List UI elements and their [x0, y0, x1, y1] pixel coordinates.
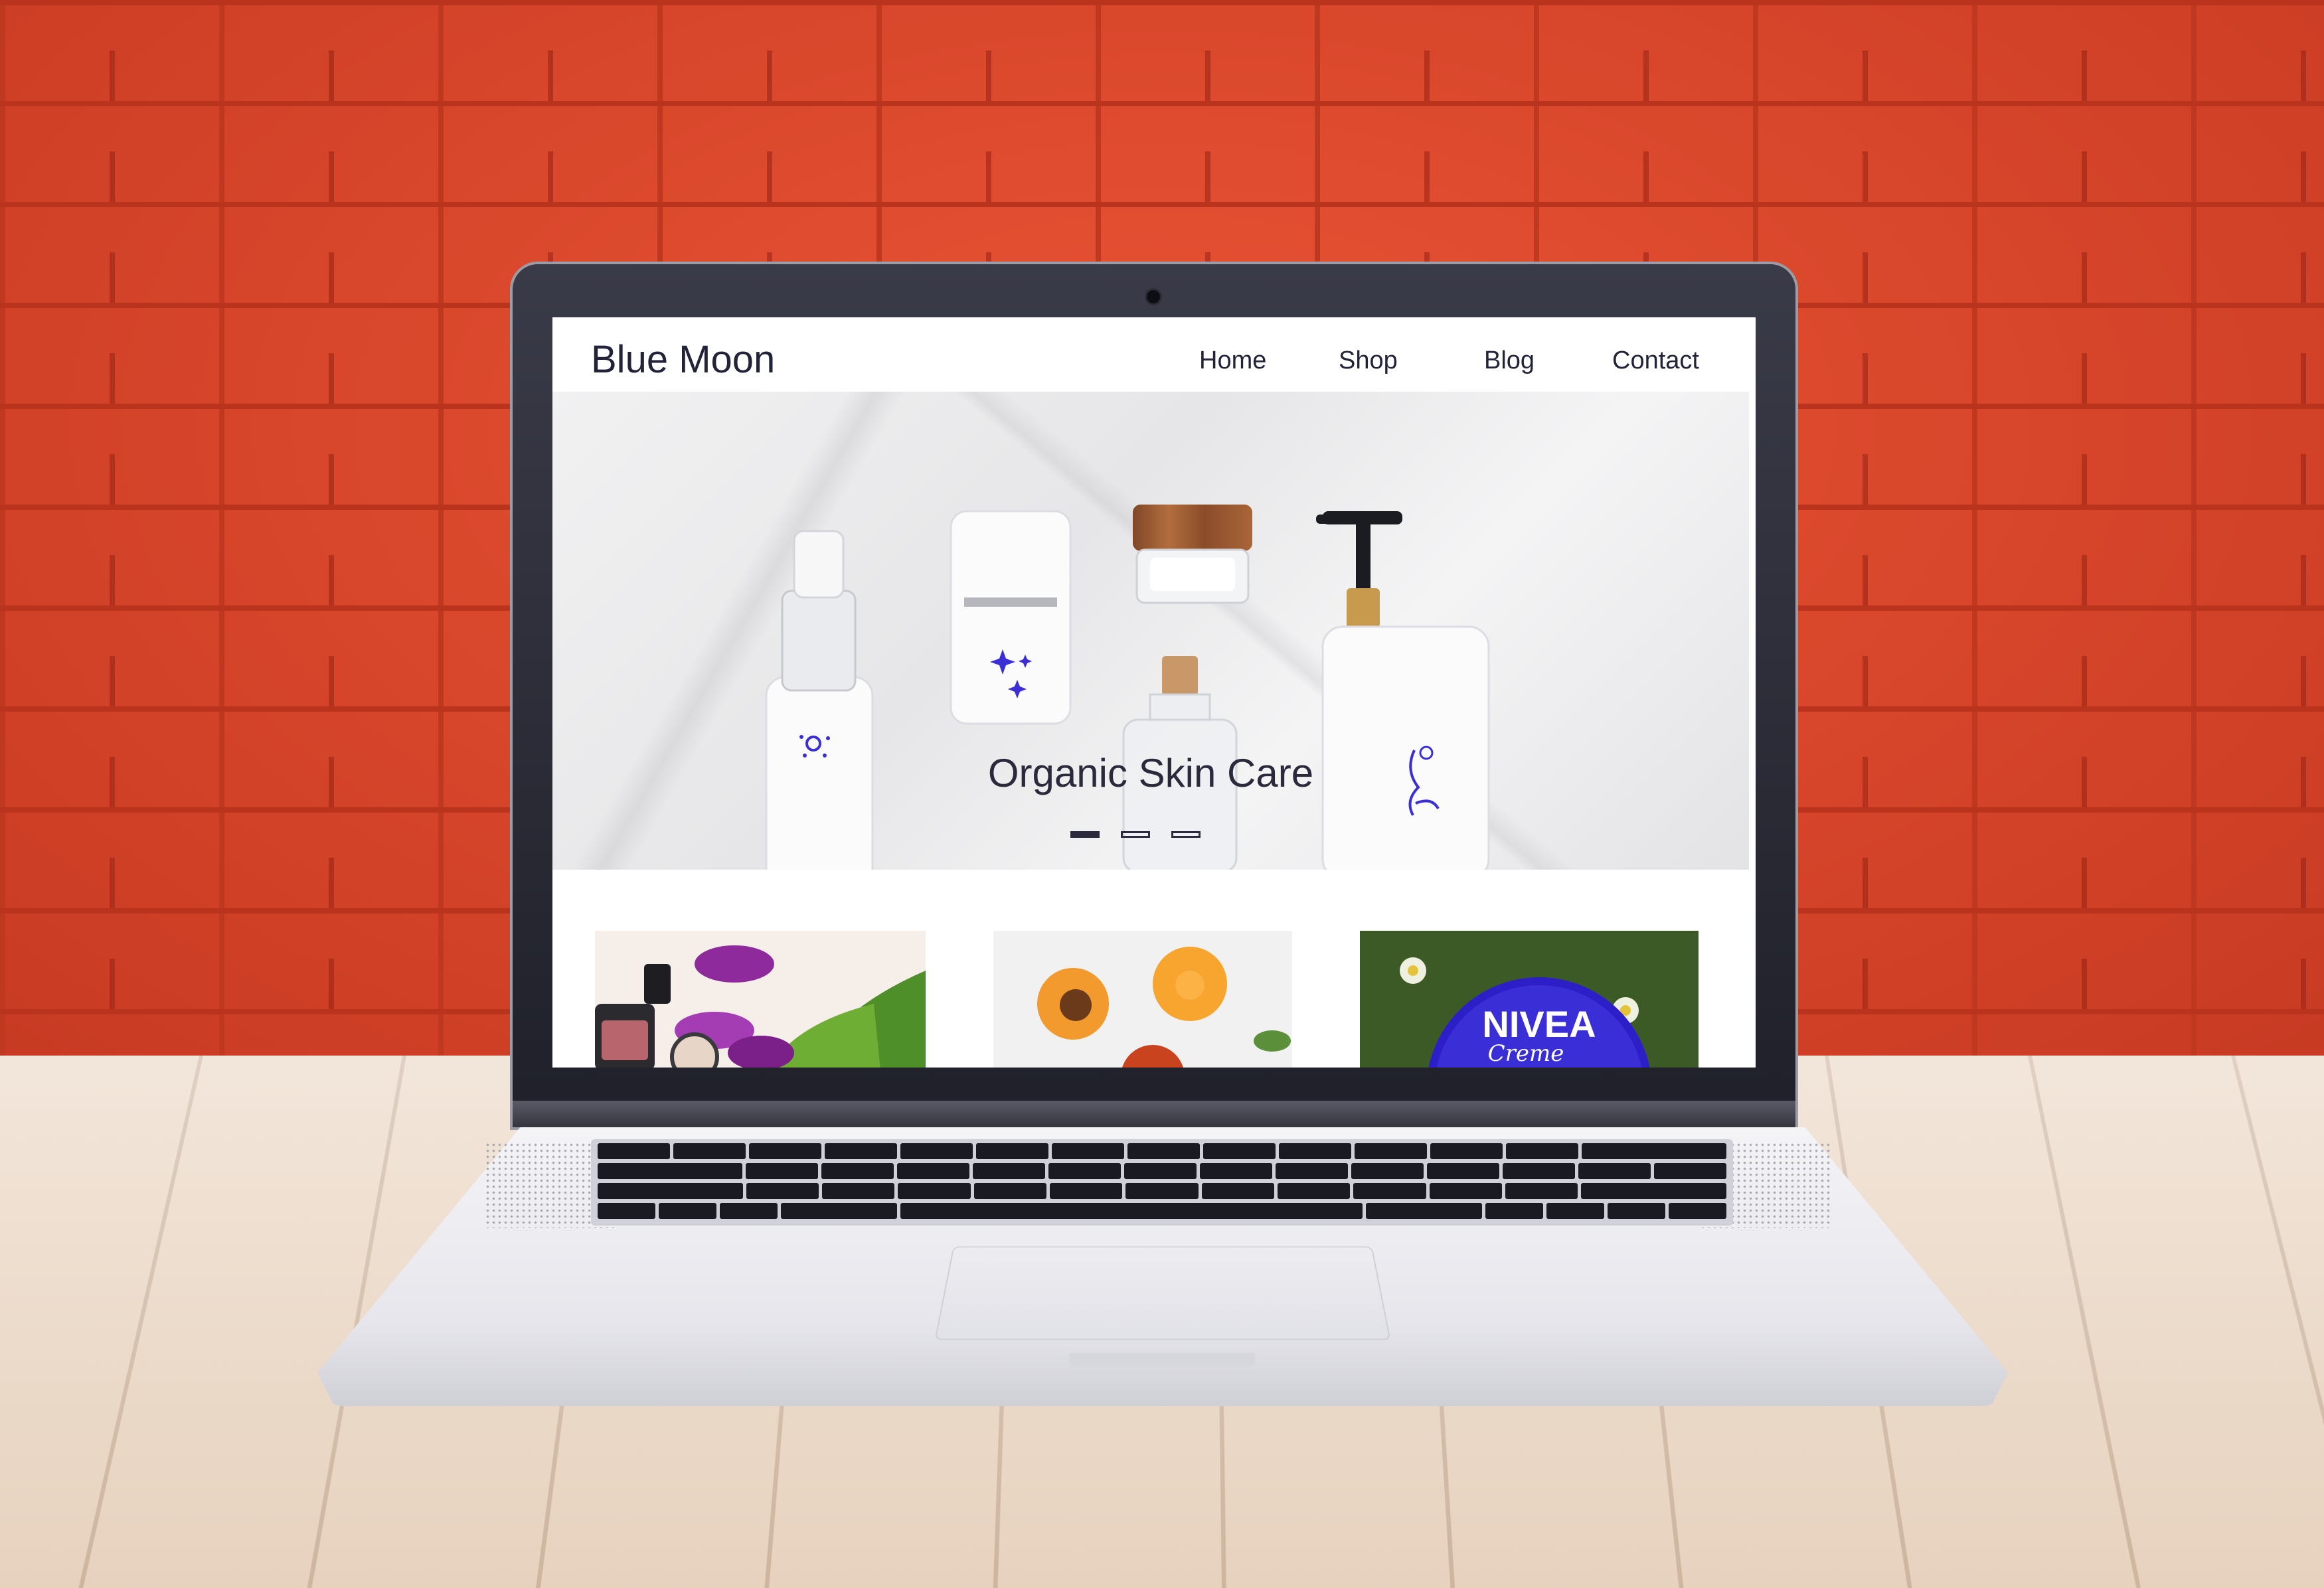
hero-product-image [765, 505, 1490, 870]
hero-title: Organic Skin Care [987, 751, 1314, 795]
apricots-image [993, 931, 1292, 1068]
webcam [1147, 290, 1160, 303]
keyboard [591, 1139, 1733, 1226]
laptop-hinge [513, 1101, 1795, 1127]
product-card-2[interactable] [993, 931, 1292, 1068]
nivea-creme-text: Creme [1488, 1040, 1564, 1067]
carousel-dot-1[interactable] [1070, 831, 1100, 838]
nav-contact[interactable]: Contact [1612, 347, 1699, 375]
product-card-3[interactable]: NIVEA Creme [1360, 931, 1699, 1068]
trackpad [934, 1246, 1391, 1340]
carousel-indicators [1070, 831, 1201, 838]
nav-home[interactable]: Home [1199, 347, 1266, 375]
browser-viewport: Blue Moon Home Shop Blog Contact Organic… [552, 317, 1756, 1068]
cream-jar [1133, 505, 1252, 604]
nav-shop[interactable]: Shop [1339, 347, 1398, 375]
nivea-logo-text: NIVEA [1482, 1003, 1596, 1045]
carousel-dot-2[interactable] [1121, 831, 1150, 838]
nav-blog[interactable]: Blog [1484, 347, 1535, 375]
airless-bottle [765, 530, 874, 870]
site-logo[interactable]: Blue Moon [591, 337, 775, 382]
lid-opening-notch [1069, 1353, 1255, 1368]
carousel-dot-3[interactable] [1171, 831, 1201, 838]
product-card-1[interactable] [595, 931, 926, 1068]
pump-bottle-stars [950, 510, 1072, 725]
nivea-tin-image: NIVEA Creme [1360, 931, 1699, 1068]
site-header: Blue Moon Home Shop Blog Contact [552, 317, 1756, 392]
lotion-pump-bottle [1316, 511, 1490, 870]
tulips-makeup-image [595, 931, 926, 1068]
hero-carousel[interactable]: Organic Skin Care [552, 392, 1749, 870]
